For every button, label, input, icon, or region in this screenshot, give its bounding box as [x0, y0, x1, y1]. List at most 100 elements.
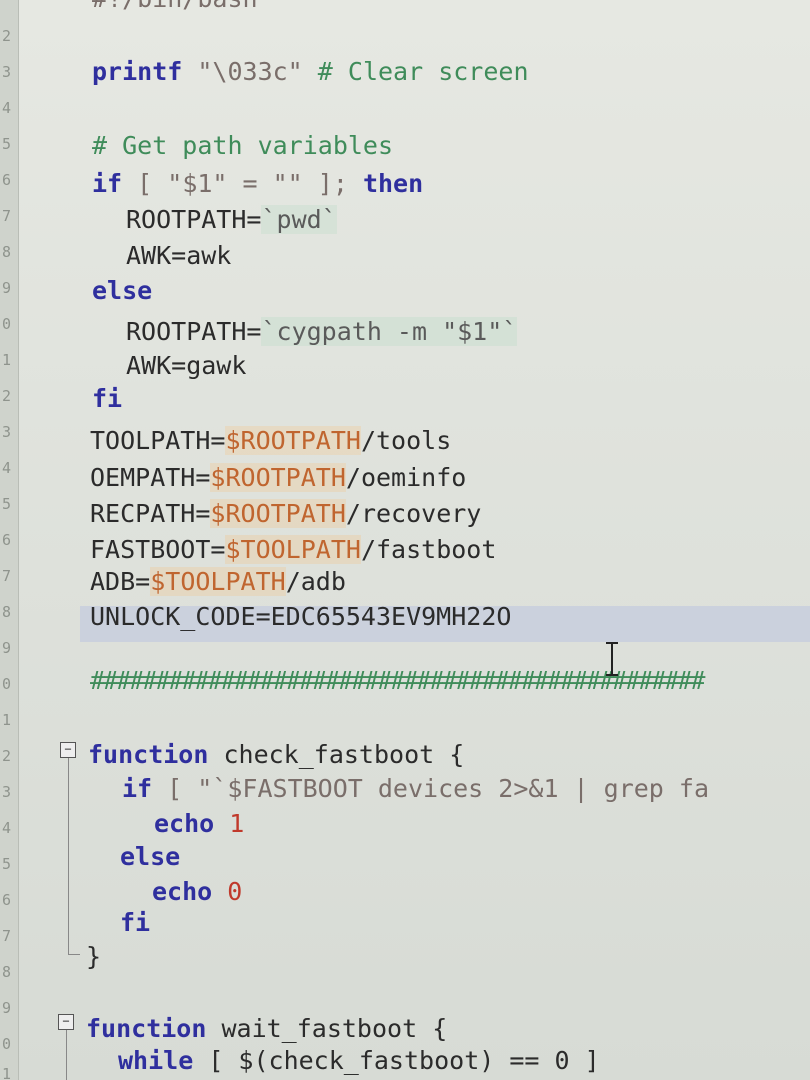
line-number: 8 — [2, 603, 12, 621]
condition: [ "$1" = "" ]; — [122, 169, 348, 198]
number: 0 — [212, 877, 243, 906]
keyword: then — [347, 169, 424, 198]
code-line: AWK=gawk — [126, 349, 246, 383]
assignment: OEMPATH= — [90, 463, 211, 492]
line-number: 2 — [2, 387, 12, 405]
assignment: RECPATH= — [90, 499, 211, 528]
path: /recovery — [345, 499, 482, 528]
line-number: 5 — [2, 135, 12, 153]
code-line: echo 1 — [154, 807, 244, 841]
code-line: function check_fastboot { — [88, 738, 464, 772]
fold-collapse-icon[interactable]: − — [60, 742, 76, 758]
code-line: } — [86, 940, 101, 974]
function-name: check_fastboot { — [208, 740, 465, 769]
path: /adb — [285, 567, 346, 596]
variable: $TOOLPATH — [150, 567, 286, 596]
code-line: if [ "$1" = "" ]; then — [92, 167, 423, 201]
code-line: ROOTPATH=`cygpath -m "$1"` — [126, 315, 518, 349]
keyword: if — [92, 169, 123, 198]
unlock-code-assignment: UNLOCK_CODE=EDC65543EV9MH22O — [90, 602, 512, 631]
keyword: if — [122, 774, 153, 803]
line-number: 6 — [2, 531, 12, 549]
function-name: wait_fastboot { — [206, 1014, 448, 1043]
number: 1 — [214, 809, 245, 838]
line-number: 9 — [2, 999, 12, 1017]
line-number: 7 — [2, 567, 12, 585]
assignment: ROOTPATH= — [126, 317, 262, 346]
keyword: echo — [154, 809, 215, 838]
code-line: else — [120, 840, 180, 874]
code-line: FASTBOOT=$TOOLPATH/fastboot — [90, 533, 496, 567]
path: /oeminfo — [345, 463, 467, 492]
line-number: 2 — [2, 27, 12, 45]
keyword: else — [92, 276, 153, 305]
code-line: function wait_fastboot { — [86, 1012, 447, 1046]
line-number: 3 — [2, 423, 12, 441]
assignment: AWK=awk — [126, 241, 232, 270]
line-number: 7 — [2, 927, 12, 945]
keyword: else — [120, 842, 181, 871]
code-line: while [ $(check_fastboot) == 0 ] — [118, 1044, 600, 1078]
comment: # Clear screen — [302, 57, 529, 86]
line-number: 3 — [2, 783, 12, 801]
code-line: fi — [92, 382, 122, 416]
assignment: ADB= — [90, 567, 151, 596]
closing-brace: } — [86, 942, 102, 971]
line-number: 2 — [2, 747, 12, 765]
line-number: 5 — [2, 495, 12, 513]
line-number: 0 — [2, 315, 12, 333]
code-line: OEMPATH=$ROOTPATH/oeminfo — [90, 461, 466, 495]
variable: $ROOTPATH — [225, 426, 361, 455]
keyword: function — [86, 1014, 207, 1043]
fold-guide — [68, 758, 69, 954]
code-line: TOOLPATH=$ROOTPATH/tools — [90, 424, 451, 458]
code-line: fi — [120, 906, 150, 940]
line-number-gutter: 2 3 4 5 6 7 8 9 0 1 2 3 4 5 6 7 8 9 0 1 … — [0, 0, 19, 1080]
assignment: AWK=gawk — [126, 351, 247, 380]
line-number: 4 — [2, 459, 12, 477]
line-number: 0 — [2, 675, 12, 693]
line-number: 3 — [2, 63, 12, 81]
code-line: AWK=awk — [126, 239, 231, 273]
line-number: 6 — [2, 891, 12, 909]
shebang: #!/bin/bash — [92, 0, 258, 13]
code-line: else — [92, 274, 152, 308]
code-line: ADB=$TOOLPATH/adb — [90, 565, 346, 599]
variable: $TOOLPATH — [225, 535, 361, 564]
line-number: 1 — [2, 711, 12, 729]
code-editor[interactable]: 2 3 4 5 6 7 8 9 0 1 2 3 4 5 6 7 8 9 0 1 … — [0, 0, 810, 1080]
text-cursor-icon — [605, 642, 619, 676]
line-number: 1 — [2, 1065, 12, 1080]
code-line: UNLOCK_CODE=EDC65543EV9MH22O — [90, 600, 511, 634]
assignment: FASTBOOT= — [90, 535, 226, 564]
variable: $ROOTPATH — [210, 499, 346, 528]
line-number: 1 — [2, 351, 12, 369]
code-line: printf "\033c" # Clear screen — [92, 55, 529, 89]
assignment: ROOTPATH= — [126, 205, 262, 234]
keyword: fi — [120, 908, 151, 937]
backtick-command: `pwd` — [261, 205, 337, 234]
backtick-command: `cygpath -m "$1"` — [261, 317, 518, 346]
variable: $ROOTPATH — [210, 463, 346, 492]
line-number: 7 — [2, 207, 12, 225]
line-number: 4 — [2, 99, 12, 117]
line-number: 4 — [2, 819, 12, 837]
code-line: ROOTPATH=`pwd` — [126, 203, 337, 237]
string: [ "`$FASTBOOT devices 2>&1 | grep fa — [152, 774, 710, 803]
code-line: echo 0 — [152, 875, 242, 909]
code-line: RECPATH=$ROOTPATH/recovery — [90, 497, 481, 531]
code-line: # Get path variables — [92, 129, 393, 163]
keyword: function — [88, 740, 209, 769]
fold-collapse-icon[interactable]: − — [58, 1014, 74, 1030]
line-number: 8 — [2, 243, 12, 261]
fold-guide — [66, 1030, 67, 1080]
line-number: 8 — [2, 963, 12, 981]
keyword: fi — [92, 384, 123, 413]
path: /fastboot — [360, 535, 497, 564]
line-number: 9 — [2, 279, 12, 297]
condition: [ $(check_fastboot) == 0 ] — [193, 1046, 600, 1075]
fold-guide-end — [68, 954, 80, 955]
line-number: 6 — [2, 171, 12, 189]
line-number: 9 — [2, 639, 12, 657]
string: "\033c" — [182, 57, 303, 86]
